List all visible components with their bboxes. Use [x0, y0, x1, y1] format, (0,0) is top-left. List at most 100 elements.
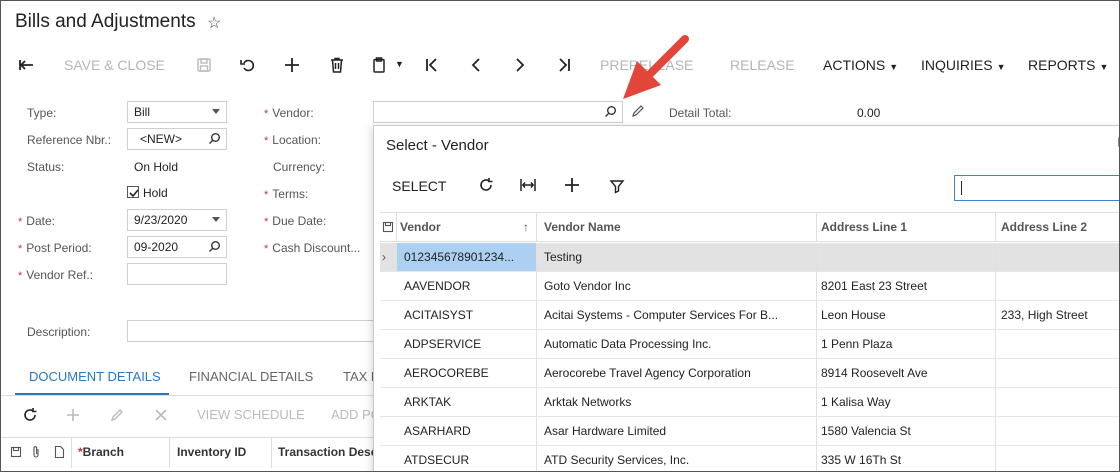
vendor-code-cell: 012345678901234...	[397, 243, 536, 271]
clipboard-icon[interactable]	[369, 55, 389, 75]
address-line-1-column-header[interactable]: Address Line 1	[821, 220, 907, 234]
inquiries-label: INQUIRIES	[921, 57, 993, 73]
due-date-label: Due Date:	[272, 214, 326, 228]
inventory-id-column-header[interactable]: Inventory ID	[177, 445, 246, 459]
table-row[interactable]: ARKTAK Arktak Networks 1 Kalisa Way	[380, 388, 1119, 417]
edit-row-icon[interactable]	[107, 405, 127, 425]
document-icon	[54, 445, 65, 462]
vendor-name-column-header[interactable]: Vendor Name	[544, 220, 621, 234]
type-value: Bill	[134, 105, 151, 119]
dropdown-arrow-icon	[212, 217, 220, 222]
vendor-code-cell: ADPSERVICE	[404, 337, 482, 351]
save-icon[interactable]	[194, 55, 214, 75]
add-icon[interactable]	[564, 177, 580, 196]
next-record-icon[interactable]	[510, 55, 530, 75]
vendor-field[interactable]	[373, 101, 623, 123]
vendor-column-header[interactable]: Vendor	[400, 220, 441, 234]
fit-columns-icon[interactable]	[519, 177, 537, 196]
tab-document-details[interactable]: DOCUMENT DETAILS	[29, 369, 161, 384]
delete-row-icon[interactable]	[151, 405, 171, 425]
popup-title: Select - Vendor	[386, 137, 489, 154]
post-period-label: Post Period:	[26, 241, 91, 255]
description-field[interactable]	[127, 320, 387, 342]
address-line-1-cell: 8914 Roosevelt Ave	[821, 366, 928, 380]
vendor-name-cell: ATD Security Services, Inc.	[544, 453, 690, 467]
column-separator	[536, 243, 537, 471]
hold-label: Hold	[143, 186, 168, 200]
table-row[interactable]: AEROCOREBE Aerocorebe Travel Agency Corp…	[380, 359, 1119, 388]
address-line-1-cell: 1 Penn Plaza	[821, 337, 893, 351]
table-row[interactable]: ACITAISYST Acitai Systems - Computer Ser…	[380, 301, 1119, 330]
first-record-icon[interactable]	[422, 55, 442, 75]
date-field[interactable]: 9/23/2020	[127, 209, 227, 231]
type-select[interactable]: Bill	[127, 101, 227, 123]
vendor-code-cell: ACITAISYST	[404, 308, 474, 322]
chevron-down-icon: ▼	[1099, 62, 1109, 72]
vendor-ref-field[interactable]	[127, 263, 227, 285]
table-row[interactable]: ATDSECUR ATD Security Services, Inc. 335…	[380, 446, 1119, 471]
post-period-value: 09-2020	[134, 240, 179, 254]
add-icon[interactable]	[282, 55, 302, 75]
filter-icon[interactable]	[609, 178, 625, 197]
vendor-name-cell: Asar Hardware Limited	[544, 424, 667, 438]
search-icon[interactable]	[604, 105, 617, 121]
tab-financial-details[interactable]: FINANCIAL DETAILS	[189, 369, 313, 384]
search-icon[interactable]	[208, 240, 221, 256]
inquiries-menu[interactable]: INQUIRIES ▼	[921, 57, 1006, 73]
terms-label: Terms:	[272, 187, 308, 201]
column-separator	[169, 438, 170, 468]
table-row[interactable]: ASARHARD Asar Hardware Limited 1580 Vale…	[380, 417, 1119, 446]
delete-icon[interactable]	[327, 55, 347, 75]
transaction-desc-column-header[interactable]: Transaction Desc	[278, 445, 377, 459]
address-line-1-cell: 1 Kalisa Way	[821, 395, 891, 409]
post-period-field[interactable]: 09-2020	[127, 236, 227, 258]
select-button[interactable]: SELECT	[392, 178, 446, 194]
save-close-button[interactable]: SAVE & CLOSE	[64, 57, 165, 73]
reference-nbr-field[interactable]: <NEW>	[127, 128, 227, 150]
actions-label: ACTIONS	[823, 57, 886, 73]
last-record-icon[interactable]	[554, 55, 574, 75]
save-icon	[10, 446, 22, 461]
column-separator	[816, 213, 817, 241]
back-arrow-icon[interactable]	[17, 55, 37, 75]
clipboard-dropdown-caret-icon[interactable]: ▼	[395, 59, 404, 69]
previous-record-icon[interactable]	[466, 55, 486, 75]
address-line-2-column-header[interactable]: Address Line 2	[1001, 220, 1087, 234]
search-icon[interactable]	[208, 132, 221, 148]
column-separator	[995, 243, 996, 471]
refresh-icon[interactable]	[20, 405, 40, 425]
table-row[interactable]: AAVENDOR Goto Vendor Inc 8201 East 23 St…	[380, 272, 1119, 301]
undo-icon[interactable]	[238, 55, 258, 75]
chevron-down-icon: ▼	[996, 62, 1006, 72]
refresh-icon[interactable]	[478, 177, 494, 196]
reports-label: REPORTS	[1028, 57, 1096, 73]
view-schedule-button[interactable]: VIEW SCHEDULE	[197, 407, 305, 422]
branch-header-text: Branch	[82, 445, 125, 459]
table-row[interactable]: ADPSERVICE Automatic Data Processing Inc…	[380, 330, 1119, 359]
favorite-star-icon[interactable]: ☆	[207, 13, 221, 33]
edit-pencil-icon[interactable]	[631, 104, 645, 121]
detail-total-label: Detail Total:	[669, 106, 732, 120]
popup-search-input[interactable]	[954, 175, 1119, 201]
branch-column-header[interactable]: *Branch	[78, 445, 124, 459]
vendor-code-cell: ARKTAK	[404, 395, 452, 409]
table-row[interactable]: › 012345678901234... Testing	[380, 243, 1119, 272]
cash-discount-label: Cash Discount...	[272, 241, 360, 255]
address-line-1-cell: 1580 Valencia St	[821, 424, 911, 438]
reference-nbr-label: Reference Nbr.:	[27, 133, 112, 147]
release-button[interactable]: RELEASE	[730, 57, 795, 73]
column-separator	[995, 213, 996, 241]
vendor-ref-label: Vendor Ref.:	[26, 268, 93, 282]
prerelease-button[interactable]: PRERELEASE	[600, 57, 693, 73]
add-row-icon[interactable]	[63, 405, 83, 425]
vendor-name-cell: Automatic Data Processing Inc.	[544, 337, 712, 351]
detail-total-value: 0.00	[857, 106, 881, 120]
page-title: Bills and Adjustments	[15, 11, 196, 32]
hold-checkbox[interactable]	[127, 186, 139, 198]
description-label: Description:	[27, 325, 91, 339]
actions-menu[interactable]: ACTIONS ▼	[823, 57, 898, 73]
address-line-2-cell: 233, High Street	[1001, 308, 1088, 322]
dropdown-arrow-icon	[212, 109, 220, 114]
reports-menu[interactable]: REPORTS ▼	[1028, 57, 1108, 73]
vendor-code-cell: AAVENDOR	[404, 279, 471, 293]
